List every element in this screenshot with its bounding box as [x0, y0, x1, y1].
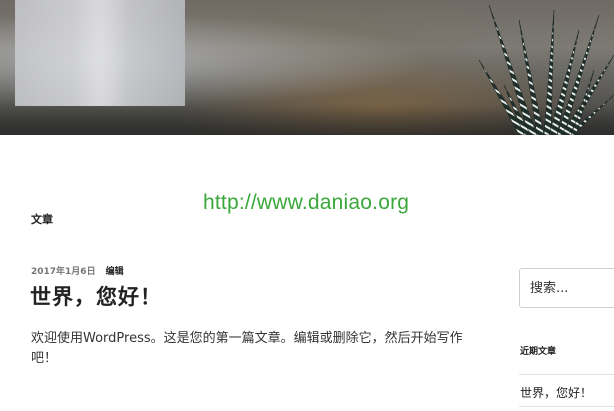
- post-excerpt: 欢迎使用WordPress。这是您的第一篇文章。编辑或删除它，然后开始写作吧！: [31, 331, 463, 366]
- page-title: 文章: [31, 213, 53, 226]
- post-date-link[interactable]: 2017年1月6日: [31, 264, 96, 277]
- post-title-link[interactable]: 世界，您好！: [30, 281, 162, 311]
- search-input[interactable]: [519, 268, 614, 308]
- edit-post-link[interactable]: 编辑: [106, 264, 124, 277]
- header-blur-panel: [15, 0, 185, 106]
- plant-icon: [478, 4, 614, 135]
- header-image: [0, 0, 614, 135]
- recent-post-link[interactable]: 世界，您好！: [519, 375, 614, 407]
- watermark-url: http://www.daniao.org: [203, 191, 410, 214]
- recent-posts-list: 世界，您好！: [519, 374, 614, 407]
- recent-posts-title: 近期文章: [520, 347, 557, 357]
- post-meta: 2017年1月6日 编辑: [31, 264, 124, 277]
